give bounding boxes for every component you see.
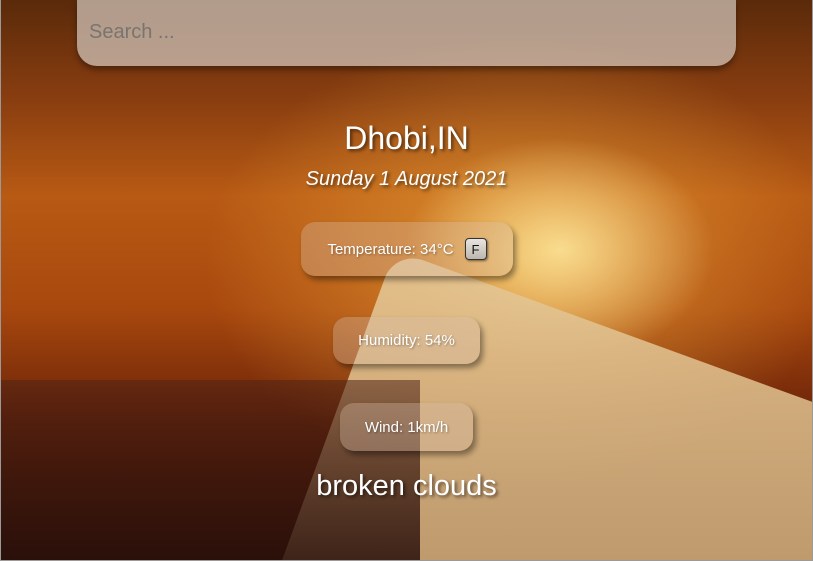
temperature-card: Temperature: 34°C F (301, 222, 513, 276)
search-box (77, 0, 736, 66)
search-input[interactable] (87, 12, 721, 52)
wind-card: Wind: 1km/h (340, 403, 473, 451)
humidity-label: Humidity: 54% (358, 332, 455, 349)
weather-description: broken clouds (316, 470, 497, 502)
current-date: Sunday 1 August 2021 (305, 168, 508, 190)
humidity-card: Humidity: 54% (333, 317, 480, 364)
wind-label: Wind: 1km/h (364, 418, 449, 436)
city-name: Dhobi,IN (344, 120, 469, 156)
content-overlay: Dhobi,IN Sunday 1 August 2021 Temperatur… (0, 0, 813, 561)
weather-app: Dhobi,IN Sunday 1 August 2021 Temperatur… (0, 0, 813, 561)
temperature-label: Temperature: 34°C (327, 240, 454, 258)
unit-toggle-button[interactable]: F (464, 238, 487, 260)
